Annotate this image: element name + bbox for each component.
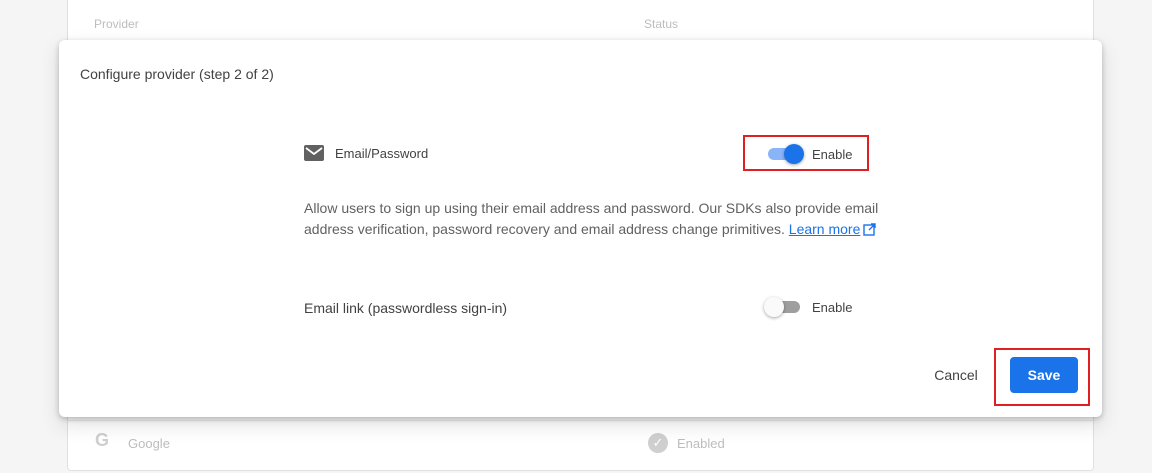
status-text: Enabled [677, 436, 725, 451]
check-circle-icon: ✓ [648, 433, 668, 453]
table-header: Provider Status [68, 0, 1093, 40]
toggle-thumb [764, 297, 784, 317]
column-header-status: Status [644, 17, 679, 31]
provider-name: Google [128, 436, 170, 451]
configure-provider-dialog: Configure provider (step 2 of 2) Email/P… [59, 40, 1102, 417]
description: Allow users to sign up using their email… [304, 198, 884, 240]
table-row[interactable]: G Google ✓ Enabled [68, 420, 1093, 467]
google-icon: G [95, 430, 110, 450]
passwordless-enable: Enable [764, 296, 864, 318]
passwordless-label: Email link (passwordless sign-in) [304, 300, 508, 316]
provider-name: Email/Password [335, 146, 429, 161]
column-header-provider: Provider [94, 17, 139, 31]
highlight-box-save [994, 348, 1090, 406]
cancel-button[interactable]: Cancel [924, 363, 988, 387]
learn-more-link[interactable]: Learn more [789, 221, 861, 237]
highlight-box-enable [743, 135, 869, 171]
external-link-icon [863, 223, 877, 236]
mail-icon [304, 145, 324, 161]
passwordless-toggle[interactable] [764, 297, 802, 317]
dialog-title: Configure provider (step 2 of 2) [80, 66, 274, 82]
learn-more-label: Learn more [788, 221, 861, 237]
toggle-label: Enable [812, 300, 853, 315]
